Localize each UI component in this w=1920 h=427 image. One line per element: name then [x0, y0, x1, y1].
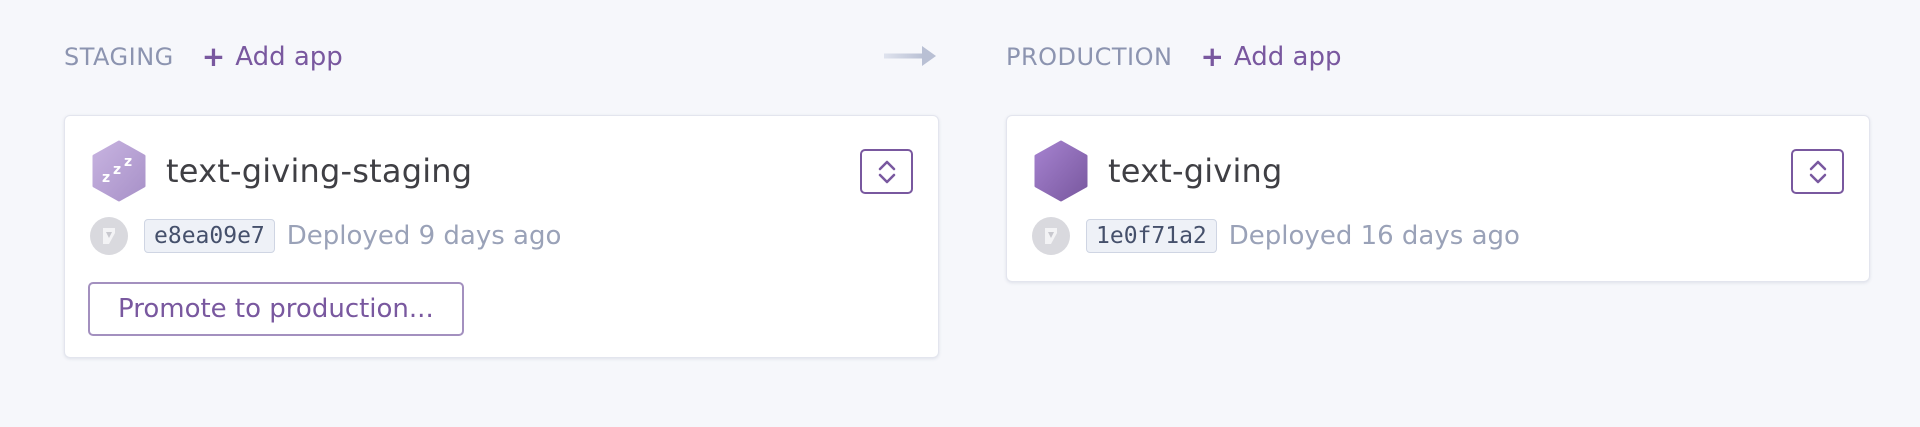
add-app-label: Add app [1233, 41, 1342, 72]
deployed-time: Deployed 16 days ago [1228, 221, 1520, 251]
svg-text:z: z [124, 154, 132, 170]
hexagon-icon [1034, 140, 1088, 202]
staging-column: STAGING + Add app z z z text-giving-stag… [64, 0, 939, 358]
user-avatar-icon [90, 217, 128, 255]
deploy-info: e8ea09e7 Deployed 9 days ago [90, 216, 913, 256]
production-header: PRODUCTION + Add app [1006, 0, 1870, 115]
add-app-label: Add app [235, 41, 343, 72]
app-menu-button[interactable] [1791, 149, 1844, 194]
staging-header: STAGING + Add app [64, 0, 939, 115]
stage-title-production: PRODUCTION [1006, 42, 1173, 71]
zzz-hexagon-icon: z z z [92, 140, 146, 202]
app-row: z z z text-giving-staging [90, 140, 913, 202]
deployed-time: Deployed 9 days ago [286, 221, 562, 251]
chevron-up-down-icon [878, 160, 895, 183]
add-app-button-production[interactable]: + Add app [1200, 42, 1341, 72]
commit-hash[interactable]: e8ea09e7 [144, 219, 275, 253]
app-card-staging: z z z text-giving-staging e8ea09e7 Deplo… [64, 115, 939, 358]
app-row: text-giving [1032, 140, 1844, 202]
add-app-button-staging[interactable]: + Add app [202, 42, 343, 72]
chevron-up-down-icon [1809, 160, 1826, 183]
plus-icon: + [201, 39, 226, 73]
stage-title-staging: STAGING [64, 42, 174, 71]
app-name[interactable]: text-giving [1108, 152, 1283, 190]
app-name[interactable]: text-giving-staging [166, 152, 472, 190]
svg-text:z: z [102, 170, 110, 186]
arrow-right-icon [884, 46, 936, 66]
app-card-production: text-giving 1e0f71a2 Deployed 16 days ag… [1006, 115, 1870, 282]
promote-button[interactable]: Promote to production... [88, 282, 464, 336]
deploy-info: 1e0f71a2 Deployed 16 days ago [1032, 216, 1844, 256]
user-avatar-icon [1032, 217, 1070, 255]
svg-text:z: z [113, 162, 121, 178]
plus-icon: + [1200, 39, 1224, 73]
production-column: PRODUCTION + Add app text-giving 1e0f71a… [1006, 0, 1870, 282]
commit-hash[interactable]: 1e0f71a2 [1086, 219, 1217, 253]
app-menu-button[interactable] [860, 149, 913, 194]
